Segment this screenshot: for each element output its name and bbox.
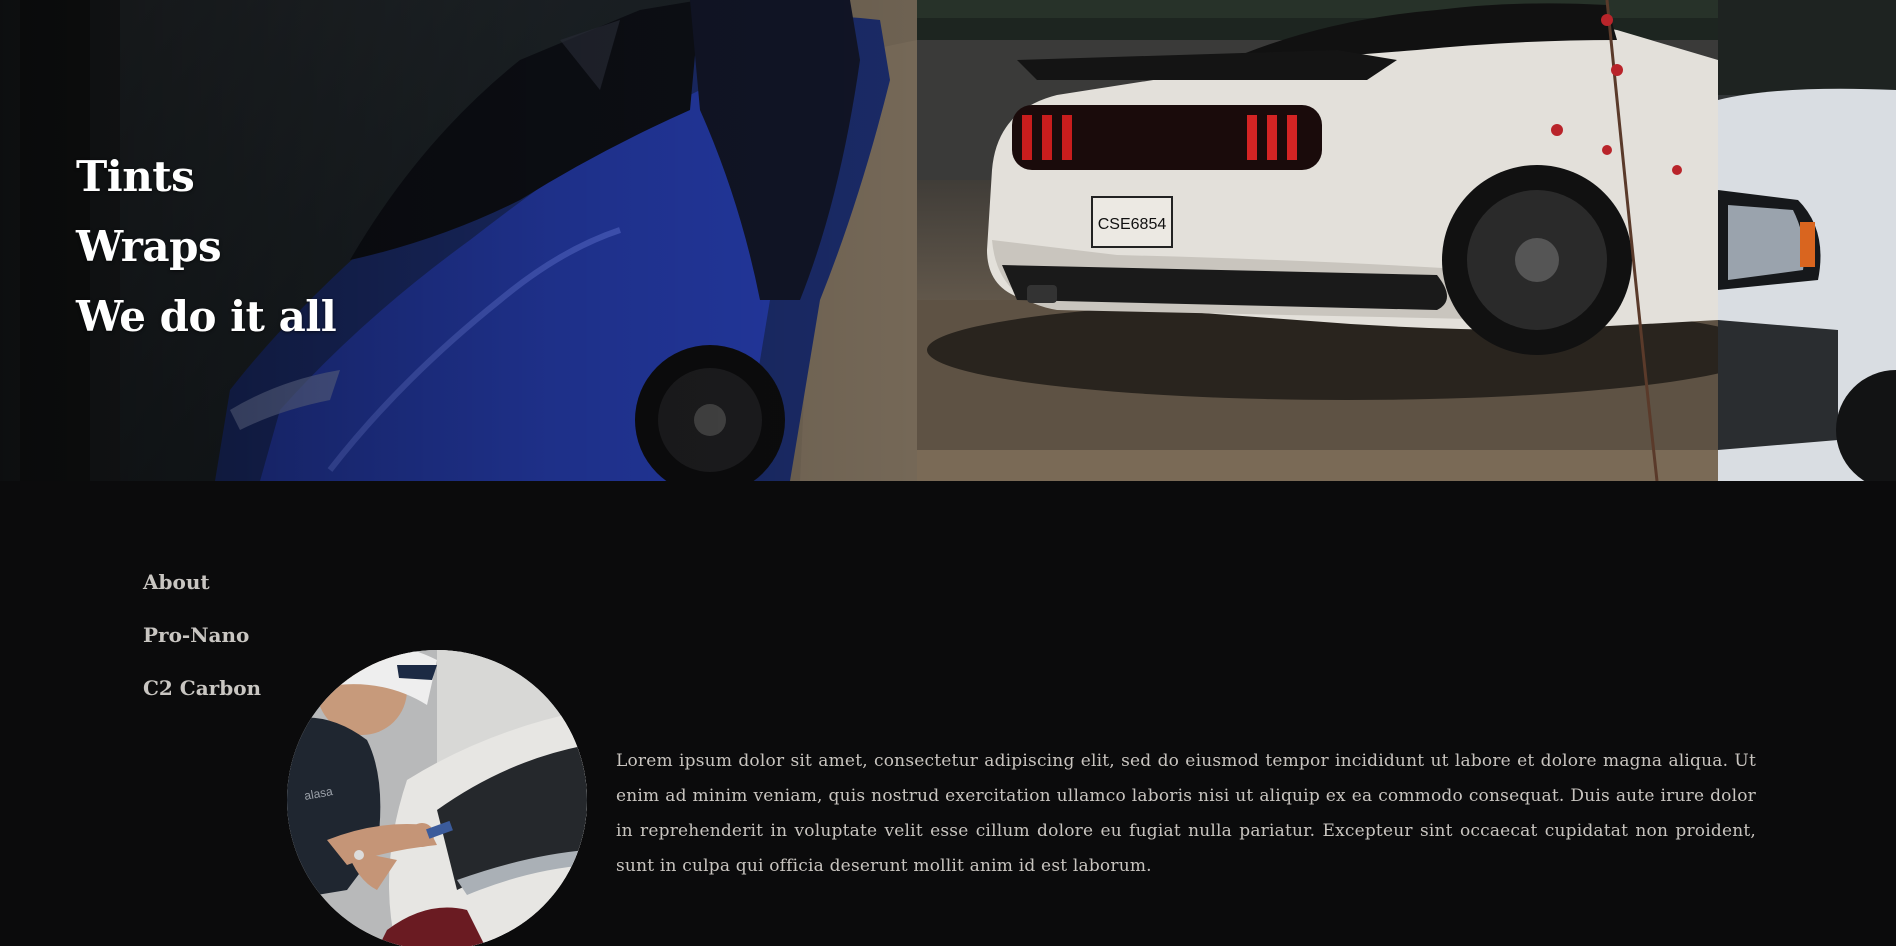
- white-mustang-rear-photo: CSE6854: [917, 0, 1718, 481]
- installer-illustration: alasa: [287, 650, 587, 946]
- license-plate-text: CSE6854: [1098, 216, 1167, 233]
- side-navigation: About Pro-Nano C2 Carbon: [143, 569, 261, 728]
- page: CSE6854 Tints Wraps We do it all About P…: [0, 0, 1896, 946]
- white-mustang-illustration: CSE6854: [917, 0, 1718, 481]
- installer-applying-film-photo: alasa: [287, 650, 587, 946]
- nav-link-pro-nano[interactable]: Pro-Nano: [143, 622, 261, 648]
- hero-line-we-do-it-all: We do it all: [76, 292, 337, 341]
- hero-tagline: Tints Wraps We do it all: [76, 142, 337, 352]
- about-paragraph: Lorem ipsum dolor sit amet, consectetur …: [616, 751, 1756, 876]
- nav-link-c2-carbon[interactable]: C2 Carbon: [143, 675, 261, 701]
- hero-line-wraps: Wraps: [76, 222, 222, 271]
- white-truck-illustration: [1718, 0, 1896, 481]
- about-section: About Pro-Nano C2 Carbon alasa Lorem ips…: [0, 481, 1896, 946]
- hero-line-tints: Tints: [76, 152, 195, 201]
- hero-banner: CSE6854 Tints Wraps We do it all: [0, 0, 1896, 481]
- nav-link-about[interactable]: About: [143, 569, 261, 595]
- white-truck-front-photo: [1718, 0, 1896, 481]
